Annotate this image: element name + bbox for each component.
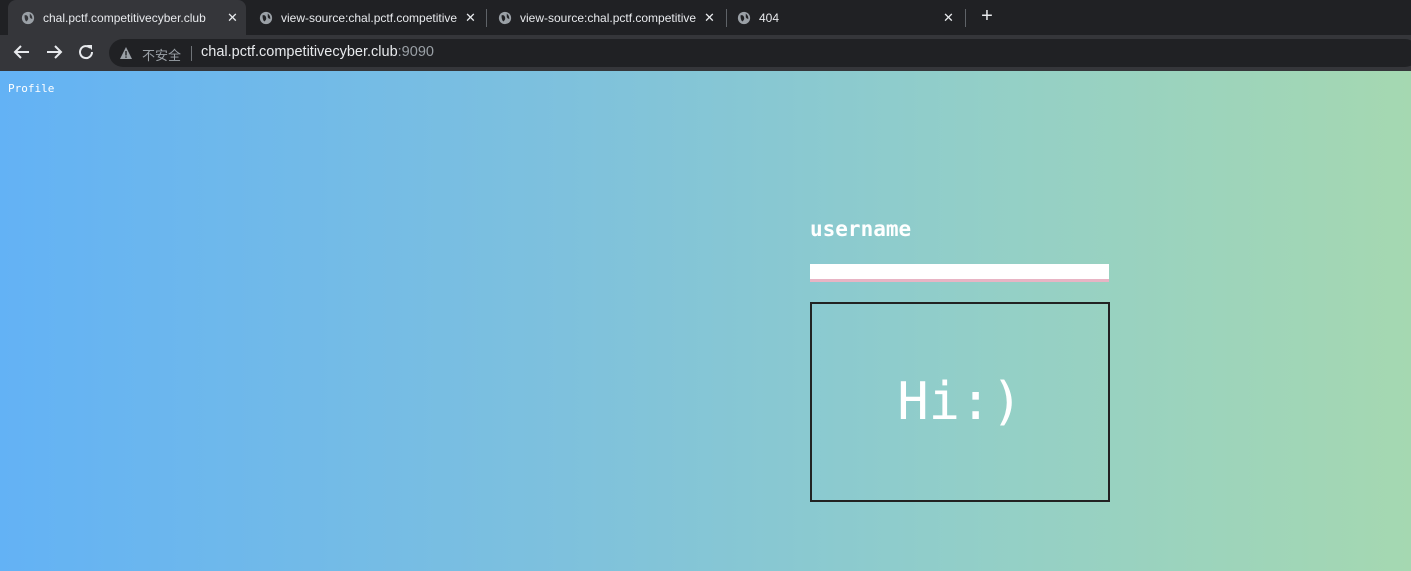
- username-input[interactable]: [810, 264, 1109, 282]
- reload-icon[interactable]: [75, 41, 97, 63]
- globe-icon: [498, 11, 512, 24]
- new-tab-button[interactable]: +: [977, 6, 997, 28]
- tab-title: view-source:chal.pctf.competitivecyber.c…: [520, 10, 696, 25]
- tab-title: chal.pctf.competitivecyber.club: [43, 10, 206, 25]
- tab-title: view-source:chal.pctf.competitivecyber.c…: [281, 10, 457, 25]
- close-icon[interactable]: ✕: [465, 10, 476, 26]
- greeting-text: Hi:): [897, 372, 1023, 432]
- tab-2[interactable]: view-source:chal.pctf.competitivecyber.c…: [246, 0, 484, 35]
- url-port: :9090: [397, 44, 434, 60]
- back-icon[interactable]: [11, 41, 33, 63]
- tab-4[interactable]: 404 ✕: [724, 0, 964, 35]
- address-divider: [191, 46, 192, 61]
- tab-strip: chal.pctf.competitivecyber.club ✕ view-s…: [0, 0, 1411, 35]
- username-label: username: [810, 217, 912, 241]
- greeting-box: Hi:): [810, 302, 1110, 502]
- address-bar[interactable]: 不安全 chal.pctf.competitivecyber.club:9090: [109, 39, 1411, 67]
- close-icon[interactable]: ✕: [227, 10, 238, 26]
- toolbar: 不安全 chal.pctf.competitivecyber.club:9090: [0, 35, 1411, 71]
- tab-1[interactable]: chal.pctf.competitivecyber.club ✕: [8, 0, 246, 35]
- page-content: Profile username Hi:): [0, 71, 1411, 571]
- url-text[interactable]: chal.pctf.competitivecyber.club:9090: [201, 44, 434, 60]
- warning-icon[interactable]: [119, 46, 133, 60]
- close-icon[interactable]: ✕: [704, 10, 715, 26]
- tab-3[interactable]: view-source:chal.pctf.competitivecyber.c…: [485, 0, 723, 35]
- security-label[interactable]: 不安全: [142, 45, 181, 64]
- tab-title: 404: [759, 10, 780, 25]
- tab-separator: [965, 9, 966, 27]
- profile-link[interactable]: Profile: [8, 82, 54, 95]
- globe-icon: [737, 11, 751, 24]
- forward-icon[interactable]: [43, 41, 65, 63]
- close-icon[interactable]: ✕: [943, 10, 954, 26]
- url-host: chal.pctf.competitivecyber.club: [201, 44, 398, 60]
- globe-icon: [259, 11, 273, 24]
- globe-icon: [21, 11, 35, 24]
